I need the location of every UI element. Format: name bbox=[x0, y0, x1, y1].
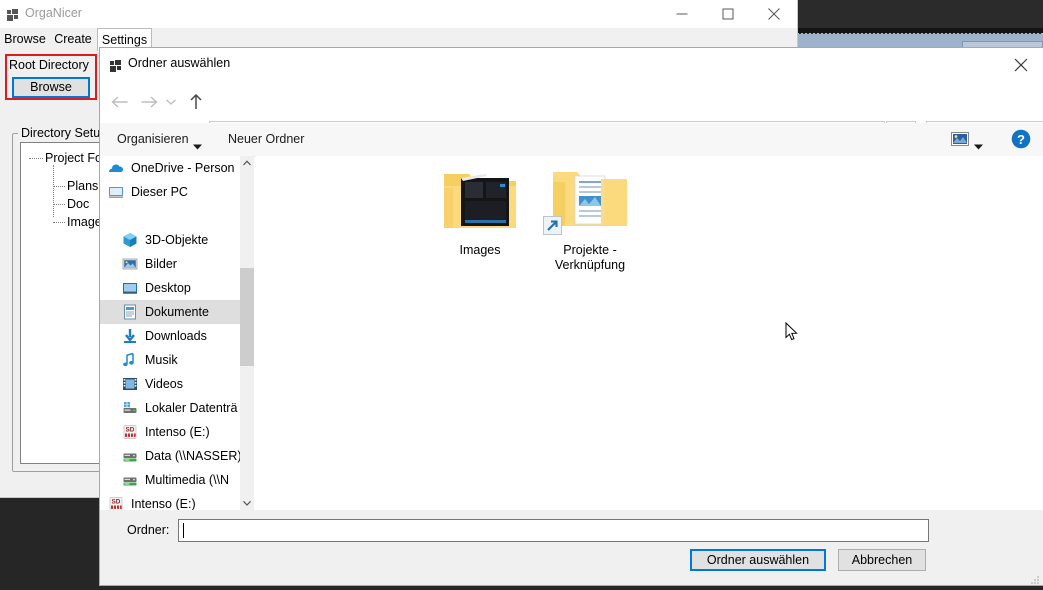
caret-down-icon[interactable] bbox=[974, 137, 983, 155]
organize-menu-button[interactable]: Organisieren bbox=[117, 123, 189, 156]
sidebar-item-data-nasser[interactable]: Data (\\NASSER) bbox=[100, 444, 240, 468]
music-icon bbox=[122, 352, 138, 368]
up-arrow-icon[interactable] bbox=[183, 88, 209, 116]
app-icon bbox=[110, 59, 122, 72]
tab-create[interactable]: Create bbox=[49, 28, 97, 51]
organicer-title: OrgaNicer bbox=[25, 6, 82, 20]
sidebar-item-onedrive-person[interactable]: OneDrive - Person bbox=[100, 156, 240, 180]
sidebar-item-label: OneDrive - Person bbox=[131, 161, 235, 175]
network-drive-icon bbox=[122, 448, 138, 464]
local-disk-icon bbox=[122, 400, 138, 416]
root-directory-label: Root Directory bbox=[9, 58, 89, 72]
mouse-pointer-icon bbox=[785, 321, 799, 342]
dialog-close-button[interactable] bbox=[998, 48, 1043, 81]
sidebar-item-label: Bilder bbox=[145, 257, 177, 271]
sidebar-item-desktop[interactable]: Desktop bbox=[100, 276, 240, 300]
help-icon[interactable]: ? bbox=[1011, 129, 1031, 149]
sd-card-icon: SD bbox=[108, 496, 124, 510]
dialog-navigation-bar: › Dieser PC › Dokumente › Projekte › Org… bbox=[100, 81, 1043, 149]
back-arrow-icon[interactable] bbox=[107, 88, 133, 116]
text-caret bbox=[183, 523, 184, 538]
recent-locations-chevron-down-icon[interactable] bbox=[162, 88, 180, 116]
dialog-command-bar: Organisieren Neuer Ordner ? bbox=[100, 123, 1043, 157]
this-pc-icon bbox=[108, 184, 124, 200]
select-folder-button[interactable]: Ordner auswählen bbox=[690, 549, 826, 571]
sidebar-item-multimedia-n[interactable]: Multimedia (\\N bbox=[100, 468, 240, 492]
shortcut-overlay-icon bbox=[543, 216, 562, 235]
sidebar-item-label: Desktop bbox=[145, 281, 191, 295]
tab-browse[interactable]: Browse bbox=[1, 28, 49, 51]
forward-arrow-icon[interactable] bbox=[136, 88, 162, 116]
list-item[interactable]: Images bbox=[425, 164, 535, 258]
svg-text:?: ? bbox=[1017, 132, 1025, 147]
view-mode-icon[interactable] bbox=[949, 129, 971, 149]
sidebar-item-musik[interactable]: Musik bbox=[100, 348, 240, 372]
tree-node-plans[interactable]: Plans bbox=[67, 179, 98, 193]
sidebar-item-label: 3D-Objekte bbox=[145, 233, 209, 247]
sidebar-item-bilder[interactable]: Bilder bbox=[100, 252, 240, 276]
app-icon bbox=[7, 8, 19, 21]
directory-setup-label: Directory Setup bbox=[18, 126, 111, 140]
pictures-icon bbox=[122, 256, 138, 272]
network-drive-icon bbox=[122, 472, 138, 488]
caret-down-icon[interactable] bbox=[193, 137, 202, 155]
sidebar-item-lokaler-datentr[interactable]: Lokaler Datenträ bbox=[100, 396, 240, 420]
dialog-sidebar[interactable]: OneDrive - Person Dieser PC 3D-Objekte Bild… bbox=[100, 156, 240, 510]
cancel-button[interactable]: Abbrechen bbox=[838, 549, 926, 571]
sidebar-item-label: Dieser PC bbox=[131, 185, 188, 199]
documents-icon bbox=[122, 304, 138, 320]
sidebar-item-videos[interactable]: Videos bbox=[100, 372, 240, 396]
organicer-titlebar: OrgaNicer bbox=[0, 0, 797, 28]
sd-card-icon: SD bbox=[122, 424, 138, 440]
downloads-icon bbox=[122, 328, 138, 344]
desktop-icon bbox=[122, 280, 138, 296]
svg-text:SD: SD bbox=[126, 427, 135, 434]
svg-text:SD: SD bbox=[112, 499, 121, 506]
sidebar-item-label: Intenso (E:) bbox=[145, 425, 210, 439]
onedrive-icon bbox=[108, 160, 124, 176]
scroll-up-chevron-up-icon[interactable] bbox=[240, 156, 254, 170]
file-label: Projekte - Verknüpfung bbox=[554, 243, 626, 272]
sidebar-item-label: Musik bbox=[145, 353, 178, 367]
tree-node-root[interactable]: Project Fol bbox=[45, 151, 105, 165]
background-window-titlebar bbox=[797, 0, 1043, 28]
sidebar-item-label: Dokumente bbox=[145, 305, 209, 319]
videos-icon bbox=[122, 376, 138, 392]
folder-select-dialog: Ordner auswählen › Dieser PC › Doku bbox=[100, 48, 1043, 585]
minimize-button[interactable] bbox=[659, 0, 705, 28]
file-label: Images bbox=[459, 243, 501, 257]
new-folder-button[interactable]: Neuer Ordner bbox=[228, 123, 304, 156]
folder-name-input[interactable] bbox=[178, 519, 929, 542]
dialog-titlebar: Ordner auswählen bbox=[100, 48, 1043, 81]
tree-node-doc[interactable]: Doc bbox=[67, 197, 89, 211]
sidebar-item-intenso-e[interactable]: SD Intenso (E:) bbox=[100, 420, 240, 444]
sidebar-item-intenso-e[interactable]: SD Intenso (E:) bbox=[100, 492, 240, 510]
scrollbar-thumb[interactable] bbox=[240, 268, 254, 366]
folder-field-label: Ordner: bbox=[127, 523, 170, 537]
scroll-down-chevron-down-icon[interactable] bbox=[240, 496, 254, 510]
sidebar-item-label: Lokaler Datenträ bbox=[145, 401, 238, 415]
sidebar-item-dieser-pc[interactable]: Dieser PC bbox=[100, 180, 240, 204]
browse-button[interactable]: Browse bbox=[12, 77, 90, 98]
close-button[interactable] bbox=[751, 0, 797, 28]
sidebar-item-label: Downloads bbox=[145, 329, 207, 343]
resize-grip[interactable] bbox=[1030, 572, 1040, 584]
dialog-title: Ordner auswählen bbox=[128, 56, 231, 70]
sidebar-item-dokumente[interactable]: Dokumente bbox=[100, 300, 240, 324]
sidebar-item-label: Videos bbox=[145, 377, 183, 391]
file-list-pane[interactable]: Images Projekte - Verknüpfung bbox=[255, 156, 1043, 510]
sidebar-item-3d-objekte[interactable]: 3D-Objekte bbox=[100, 228, 240, 252]
sidebar-item-label: Multimedia (\\N bbox=[145, 473, 230, 487]
sidebar-item-downloads[interactable]: Downloads bbox=[100, 324, 240, 348]
sidebar-item-label: Data (\\NASSER) bbox=[145, 449, 240, 463]
3d-objects-icon bbox=[122, 232, 138, 248]
folder-icon bbox=[444, 174, 516, 228]
sidebar-item-label: Intenso (E:) bbox=[131, 497, 196, 510]
sidebar-scrollbar[interactable] bbox=[240, 156, 254, 510]
maximize-button[interactable] bbox=[705, 0, 751, 28]
